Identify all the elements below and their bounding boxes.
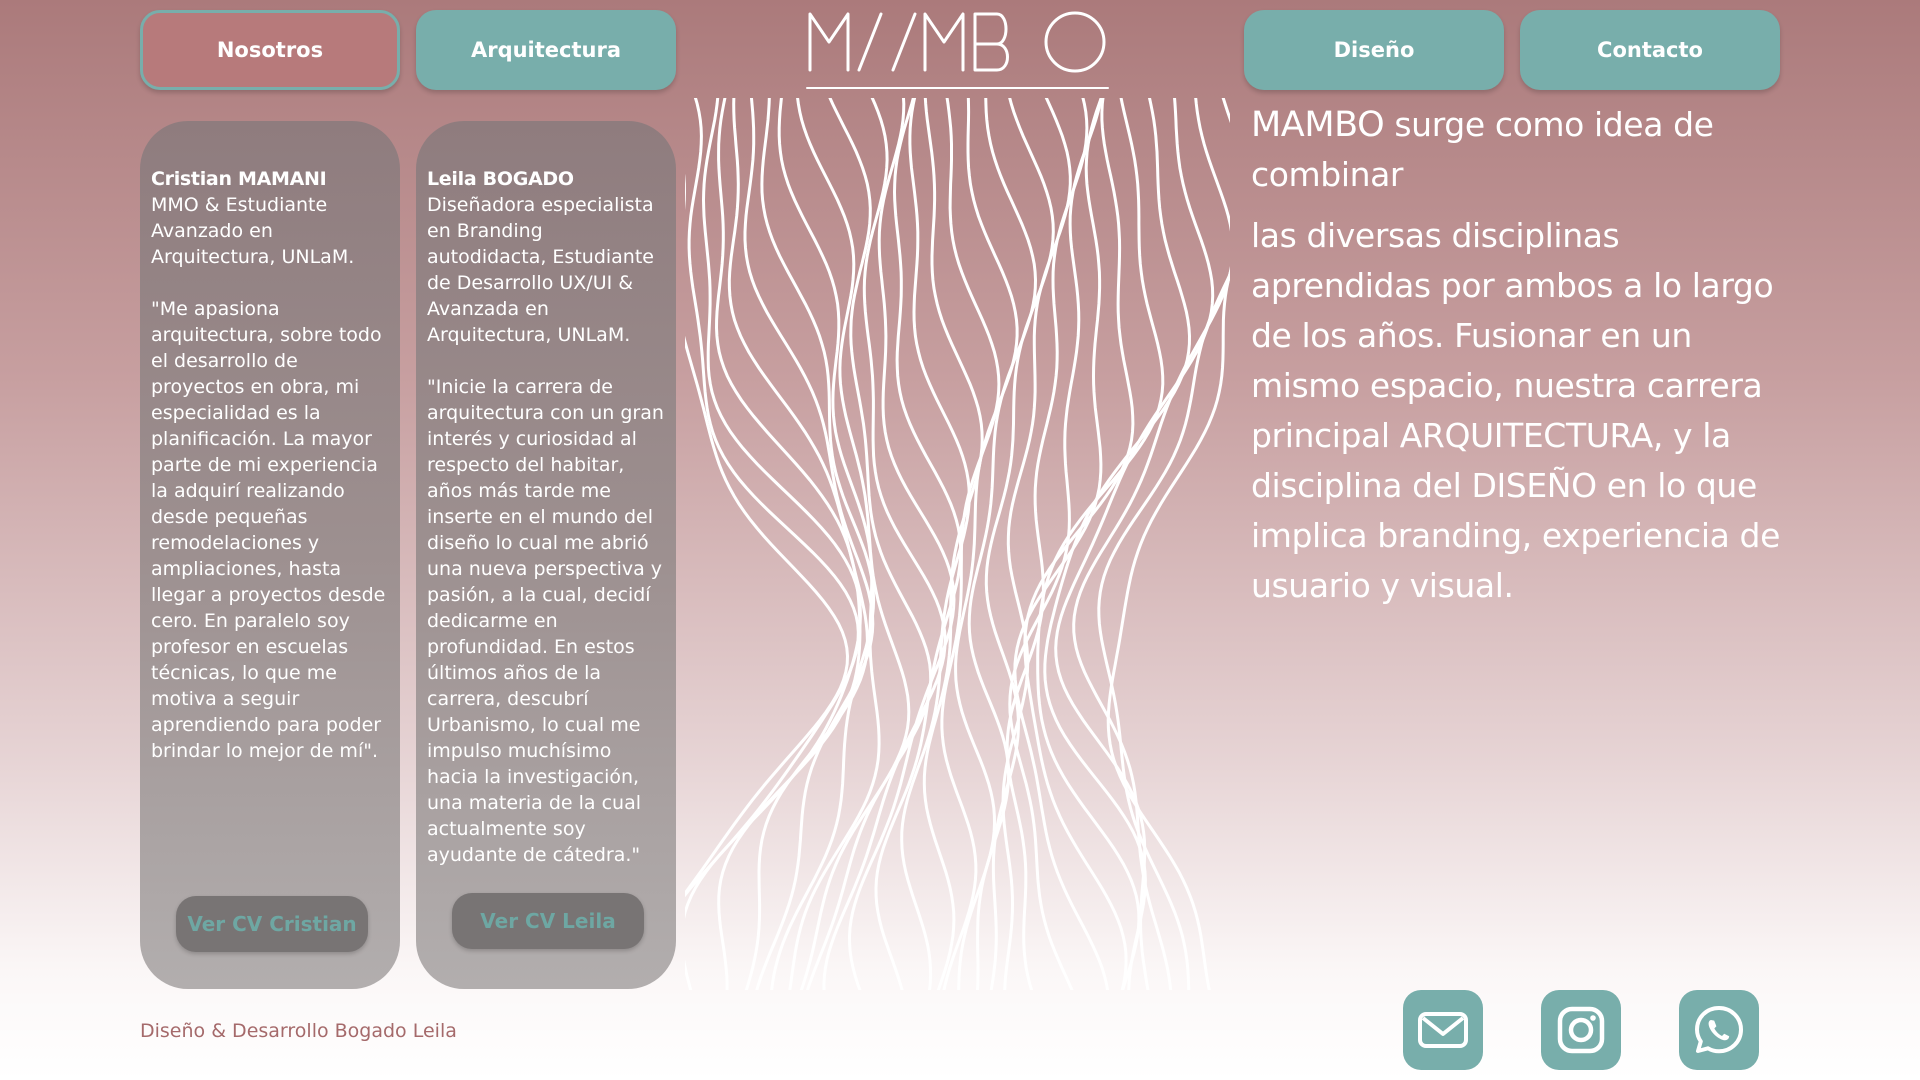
nav-arquitectura-button[interactable]: Arquitectura bbox=[416, 10, 676, 90]
profile-name: Cristian MAMANI bbox=[151, 168, 327, 190]
wave-line bbox=[760, 98, 876, 990]
wave-line bbox=[1054, 98, 1215, 990]
profile-card-cristian: Cristian MAMANI MMO & Estudiante Avanzad… bbox=[140, 121, 400, 989]
about-intro: MAMBO surge como idea de combinar bbox=[1251, 100, 1791, 200]
mambo-logo[interactable] bbox=[805, 8, 1110, 93]
wave-line bbox=[984, 98, 1055, 990]
footer-credit: Diseño & Desarrollo Bogado Leila bbox=[140, 1020, 457, 1042]
nav-diseno-button[interactable]: Diseño bbox=[1244, 10, 1504, 90]
wave-line bbox=[822, 98, 947, 990]
wave-line bbox=[1013, 98, 1110, 990]
instagram-icon bbox=[1557, 1006, 1605, 1054]
wave-lines-illustration bbox=[685, 98, 1230, 990]
wave-line bbox=[1023, 98, 1135, 990]
nav-contacto-button[interactable]: Contacto bbox=[1520, 10, 1780, 90]
wave-line bbox=[1072, 98, 1230, 990]
wave-line bbox=[777, 98, 881, 990]
cv-cristian-button[interactable]: Ver CV Cristian bbox=[176, 896, 368, 952]
about-text: MAMBO surge como idea de combinar las di… bbox=[1251, 100, 1791, 611]
whatsapp-button[interactable] bbox=[1679, 990, 1759, 1070]
profile-card-leila: Leila BOGADO Diseñadora especialista en … bbox=[416, 121, 676, 989]
wave-line bbox=[1106, 268, 1230, 990]
about-paragraph: las diversas disciplinas aprendidas por … bbox=[1251, 216, 1780, 605]
cv-leila-button[interactable]: Ver CV Leila bbox=[452, 893, 644, 949]
profile-role: MMO & Estudiante Avanzado en Arquitectur… bbox=[151, 194, 355, 268]
about-brand: MAMBO bbox=[1251, 105, 1385, 145]
whatsapp-icon bbox=[1695, 1006, 1743, 1054]
profile-name: Leila BOGADO bbox=[427, 168, 574, 190]
profile-quote: "Me apasiona arquitectura, sobre todo el… bbox=[151, 298, 386, 762]
profile-role: Diseñadora especialista en Branding auto… bbox=[427, 194, 654, 346]
instagram-button[interactable] bbox=[1541, 990, 1621, 1070]
profile-quote: "Inicie la carrera de arquitectura con u… bbox=[427, 376, 664, 866]
wave-line bbox=[685, 173, 850, 896]
nav-nosotros-button[interactable]: Nosotros bbox=[140, 10, 400, 90]
mail-button[interactable] bbox=[1403, 990, 1483, 1070]
mail-icon bbox=[1418, 1012, 1468, 1048]
